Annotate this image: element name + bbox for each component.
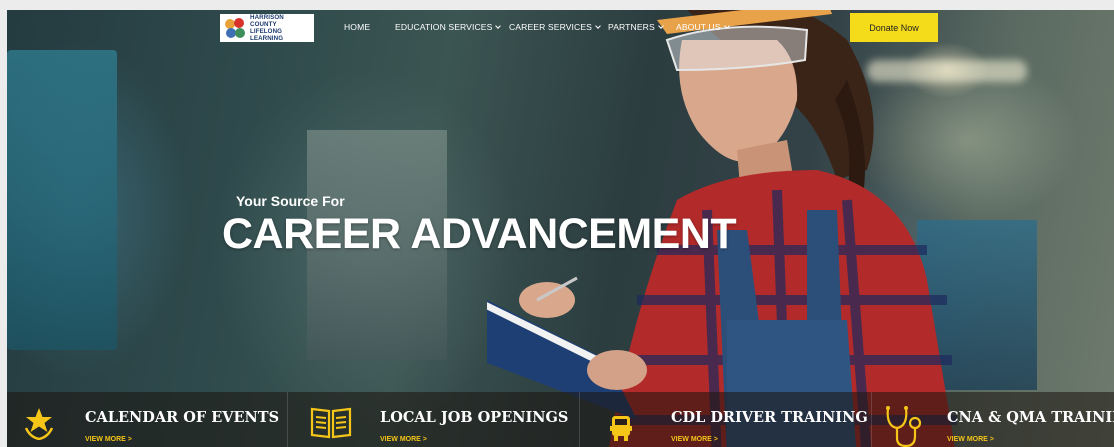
feature-calendar-of-events[interactable]: CALENDAR OF EVENTS VIEW MORE > <box>7 392 287 447</box>
star-laurel-icon <box>24 408 54 440</box>
nav-about-us-label: ABOUT US <box>676 22 721 32</box>
background-machine <box>7 50 117 350</box>
feature-title: CDL DRIVER TRAINING <box>671 409 868 426</box>
chevron-down-icon <box>657 22 664 29</box>
logo-text: HARRISON COUNTY LIFELONG LEARNING <box>250 14 311 42</box>
feature-cdl-driver-training[interactable]: CDL DRIVER TRAINING VIEW MORE > <box>579 392 871 447</box>
view-more-link[interactable]: VIEW MORE > <box>671 436 718 443</box>
nav-about-us[interactable]: ABOUT US <box>676 22 730 32</box>
chevron-down-icon <box>723 22 730 29</box>
truck-icon <box>610 416 632 441</box>
feature-local-job-openings[interactable]: LOCAL JOB OPENINGS VIEW MORE > <box>287 392 579 447</box>
donate-button[interactable]: Donate Now <box>850 13 938 42</box>
view-more-link[interactable]: VIEW MORE > <box>85 436 132 443</box>
nav-career-services-label: CAREER SERVICES <box>509 22 593 32</box>
hero-title: CAREER ADVANCEMENT <box>222 210 737 258</box>
nav-career-services[interactable]: CAREER SERVICES <box>509 22 601 32</box>
hero-section: HARRISON COUNTY LIFELONG LEARNING HOME E… <box>7 10 1114 447</box>
nav-education-services[interactable]: EDUCATION SERVICES <box>395 22 502 32</box>
site-logo[interactable]: HARRISON COUNTY LIFELONG LEARNING <box>220 14 314 42</box>
logo-line-1: HARRISON COUNTY <box>250 14 284 28</box>
feature-cna-qma-training[interactable]: CNA & QMA TRAINING VIEW MORE > <box>871 392 1114 447</box>
nav-partners[interactable]: PARTNERS <box>608 22 664 32</box>
feature-title: LOCAL JOB OPENINGS <box>380 409 569 426</box>
stethoscope-icon <box>886 406 922 447</box>
view-more-link[interactable]: VIEW MORE > <box>380 436 427 443</box>
main-navigation: HARRISON COUNTY LIFELONG LEARNING HOME E… <box>7 10 1114 46</box>
logo-line-2: LIFELONG LEARNING <box>250 28 284 42</box>
feature-title: CNA & QMA TRAINING <box>947 409 1114 426</box>
nav-partners-label: PARTNERS <box>608 22 655 32</box>
nav-home-label: HOME <box>344 22 371 32</box>
feature-title: CALENDAR OF EVENTS <box>85 409 280 426</box>
logo-mark-icon <box>225 18 245 38</box>
hero-subtitle: Your Source For <box>236 193 345 209</box>
chevron-down-icon <box>595 22 601 29</box>
open-book-icon <box>310 407 352 439</box>
view-more-link[interactable]: VIEW MORE > <box>947 436 994 443</box>
nav-education-services-label: EDUCATION SERVICES <box>395 22 493 32</box>
nav-home[interactable]: HOME <box>344 22 370 32</box>
chevron-down-icon <box>495 22 502 29</box>
